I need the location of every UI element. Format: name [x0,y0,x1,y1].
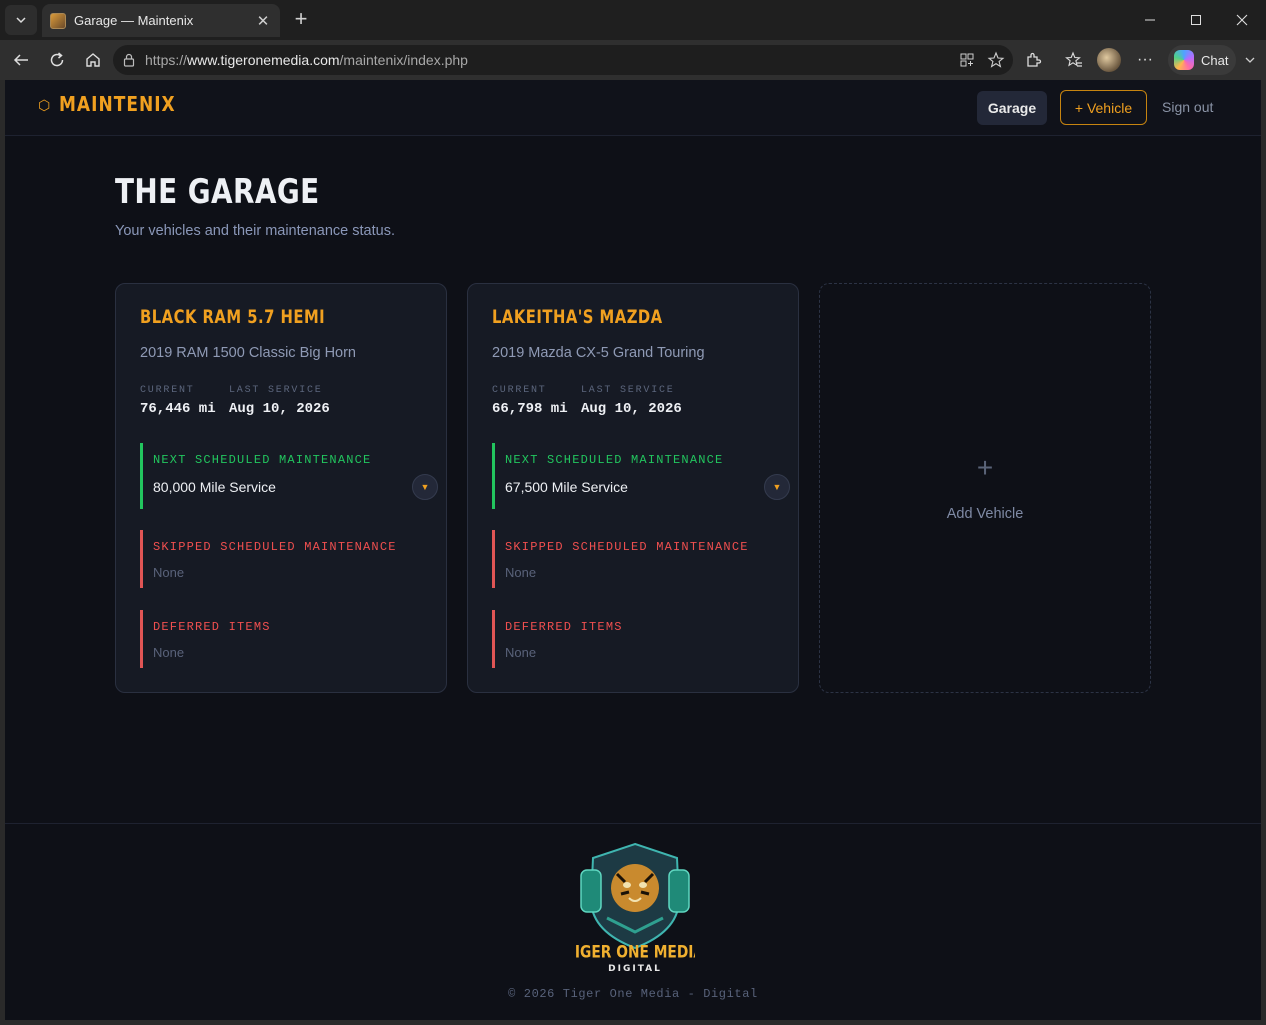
vehicle-name[interactable]: BLACK RAM 5.7 HEMI [140,306,325,328]
next-maintenance-label: NEXT SCHEDULED MAINTENANCE [505,453,724,467]
current-mileage-value: 66,798 mi [492,401,568,417]
deferred-items-label: DEFERRED ITEMS [153,620,271,634]
deferred-items-section: DEFERRED ITEMS None [492,610,772,668]
deferred-items-label: DEFERRED ITEMS [505,620,623,634]
current-mileage-label: CURRENT [492,385,547,396]
hexagon-icon: ⬡ [38,97,51,113]
lock-icon [123,53,135,67]
url-text: https://www.tigeronemedia.com/maintenix/… [145,52,468,68]
plus-icon: + [976,452,994,483]
skipped-maintenance-label: SKIPPED SCHEDULED MAINTENANCE [505,540,749,554]
chat-label: Chat [1201,52,1229,68]
back-icon[interactable] [9,48,33,72]
caret-down-icon: ▼ [420,482,430,492]
last-service-value: Aug 10, 2026 [581,401,682,417]
close-window-icon[interactable] [1219,0,1265,40]
add-vehicle-card[interactable]: + Add Vehicle [819,283,1151,693]
next-maintenance-value: 80,000 Mile Service [153,479,276,495]
last-service-label: LAST SERVICE [581,385,675,396]
site-footer: TIGER ONE MEDIA DIGITAL © 2026 Tiger One… [5,823,1261,1020]
vehicle-model: 2019 Mazda CX-5 Grand Touring [492,345,705,361]
current-mileage-label: CURRENT [140,385,195,396]
tab-title: Garage — Maintenix [74,13,194,28]
tab-list-icon [16,17,26,24]
vehicle-model: 2019 RAM 1500 Classic Big Horn [140,345,356,361]
copilot-chat-button[interactable]: Chat [1168,45,1236,75]
browser-titlebar: Garage — Maintenix ✕ + [0,0,1266,40]
logo-title-text: TIGER ONE MEDIA [575,942,695,962]
tab-favicon [50,12,66,29]
nav-add-vehicle-button[interactable]: + Vehicle [1060,90,1147,125]
maximize-icon[interactable] [1173,0,1219,40]
extensions-icon[interactable] [1021,48,1045,72]
browser-tab-active[interactable]: Garage — Maintenix ✕ [42,4,280,37]
vehicle-name[interactable]: LAKEITHA'S MAZDA [492,306,663,328]
logo-subtitle-text: DIGITAL [608,964,662,974]
page-title: THE GARAGE [115,172,320,212]
home-icon[interactable] [81,48,105,72]
vehicle-card[interactable]: LAKEITHA'S MAZDA 2019 Mazda CX-5 Grand T… [467,283,799,693]
deferred-items-section: DEFERRED ITEMS None [140,610,420,668]
profile-avatar[interactable] [1097,48,1121,72]
skipped-maintenance-value: None [505,565,537,580]
close-icon[interactable]: ✕ [254,12,272,30]
site-logo[interactable]: MAINTENIX [59,92,176,116]
deferred-items-value: None [153,645,185,660]
caret-down-icon: ▼ [772,482,782,492]
refresh-icon[interactable] [45,48,69,72]
site-header: ⬡ MAINTENIX Garage + Vehicle Sign out [5,80,1261,136]
minimize-icon[interactable] [1127,0,1173,40]
vehicle-card[interactable]: BLACK RAM 5.7 HEMI 2019 RAM 1500 Classic… [115,283,447,693]
next-maintenance-value: 67,500 Mile Service [505,479,628,495]
split-screen-icon[interactable] [959,52,975,68]
skipped-maintenance-value: None [153,565,185,580]
next-maintenance-label: NEXT SCHEDULED MAINTENANCE [153,453,372,467]
page-viewport: ⬡ MAINTENIX Garage + Vehicle Sign out TH… [5,80,1261,1020]
skipped-maintenance-section: SKIPPED SCHEDULED MAINTENANCE None [140,530,420,588]
favorite-star-icon[interactable] [987,51,1005,69]
expand-dropdown-button[interactable]: ▼ [764,474,790,500]
next-maintenance-section: NEXT SCHEDULED MAINTENANCE 67,500 Mile S… [492,443,790,509]
current-mileage-value: 76,446 mi [140,401,216,417]
copyright-text: © 2026 Tiger One Media - Digital [508,987,758,1001]
nav-garage-button[interactable]: Garage [977,91,1047,125]
sign-out-link[interactable]: Sign out [1162,99,1213,115]
plus-icon[interactable]: + [288,7,314,33]
page-subtitle: Your vehicles and their maintenance stat… [115,223,395,239]
copilot-icon [1174,50,1194,70]
tab-list-button[interactable] [5,5,37,35]
skipped-maintenance-label: SKIPPED SCHEDULED MAINTENANCE [153,540,397,554]
favorites-icon[interactable] [1062,48,1086,72]
next-maintenance-section: NEXT SCHEDULED MAINTENANCE 80,000 Mile S… [140,443,438,509]
add-vehicle-label: Add Vehicle [946,506,1024,522]
last-service-label: LAST SERVICE [229,385,323,396]
browser-toolbar: https://www.tigeronemedia.com/maintenix/… [0,40,1266,80]
skipped-maintenance-section: SKIPPED SCHEDULED MAINTENANCE None [492,530,772,588]
chevron-down-icon[interactable] [1238,48,1262,72]
more-icon[interactable]: ··· [1133,48,1157,72]
address-bar[interactable]: https://www.tigeronemedia.com/maintenix/… [113,45,1013,75]
deferred-items-value: None [505,645,537,660]
last-service-value: Aug 10, 2026 [229,401,330,417]
tiger-one-media-logo: TIGER ONE MEDIA DIGITAL [575,842,695,974]
expand-dropdown-button[interactable]: ▼ [412,474,438,500]
